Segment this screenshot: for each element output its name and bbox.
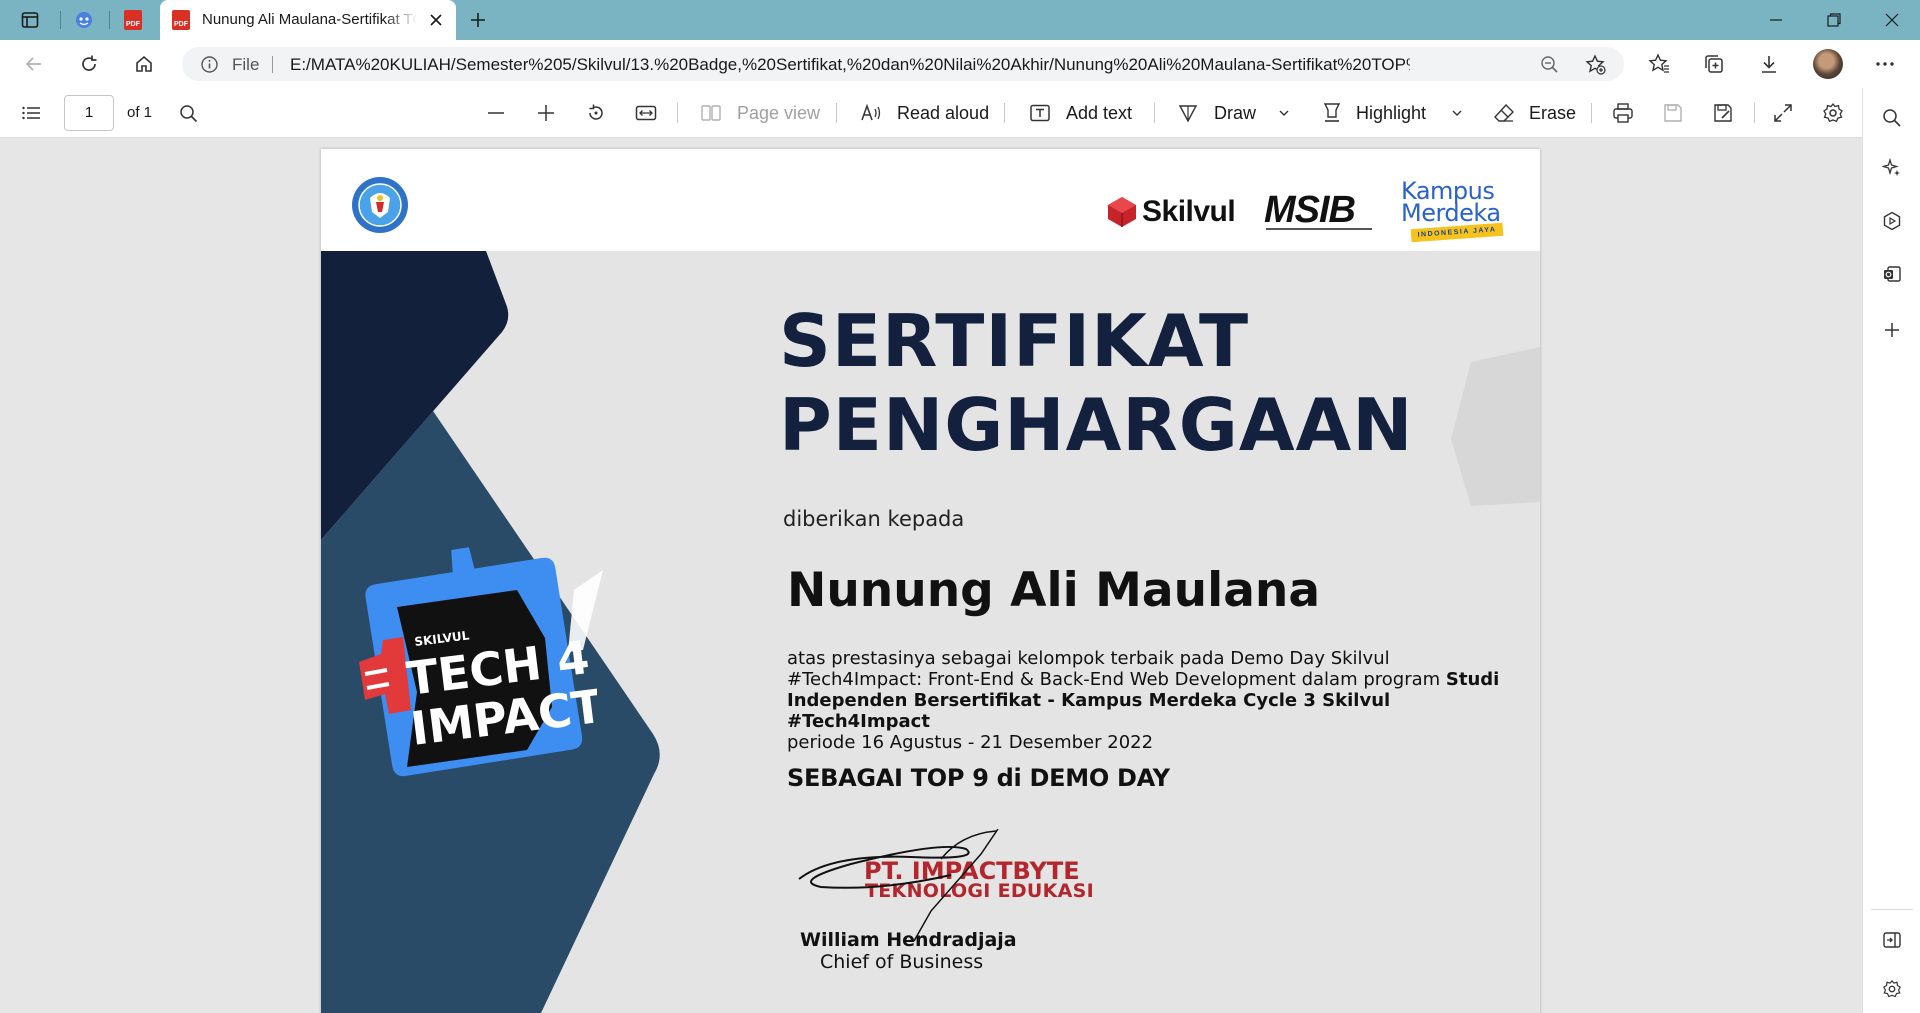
url-text[interactable]: E:/MATA%20KULIAH/Semester%205/Skilvul/13…: [290, 55, 1410, 75]
downloads-icon[interactable]: [1757, 52, 1781, 76]
pdf-file-icon: PDF: [172, 10, 190, 30]
hide-sidebar-icon[interactable]: [1880, 928, 1904, 952]
home-icon[interactable]: [132, 52, 156, 76]
toolbar-divider: [1591, 103, 1592, 123]
draw-pen-icon[interactable]: [1176, 101, 1200, 125]
certificate-description: atas prestasinya sebagai kelompok terbai…: [787, 648, 1527, 753]
toolbar-divider: [1004, 103, 1005, 123]
sidebar-settings-gear-icon[interactable]: [1880, 977, 1904, 1001]
kampus-merdeka-logo-line2: Merdeka: [1401, 199, 1501, 227]
tut-wuri-handayani-emblem-icon: [352, 177, 408, 233]
add-sidebar-app-plus-icon[interactable]: [1880, 318, 1904, 342]
contents-list-icon[interactable]: [19, 101, 43, 125]
tab-separator: [60, 11, 61, 29]
msib-logo: MSIB: [1264, 189, 1356, 231]
games-icon[interactable]: [1880, 209, 1904, 233]
refresh-icon[interactable]: [77, 52, 101, 76]
back-arrow-icon[interactable]: [22, 52, 46, 76]
skilvul-cube-icon: [1108, 197, 1136, 227]
favorites-icon[interactable]: [1647, 52, 1671, 76]
eraser-icon[interactable]: [1492, 101, 1516, 125]
tab-actions-icon[interactable]: [18, 8, 42, 32]
sparkle-icon[interactable]: [1880, 156, 1904, 180]
new-tab-plus-icon[interactable]: [466, 8, 490, 32]
skilvul-logo: Skilvul: [1107, 195, 1236, 229]
certificate-title-line2: PENGHARGAAN: [779, 383, 1414, 467]
zoom-out-icon[interactable]: [484, 101, 508, 125]
tab-title: Nunung Ali Maulana-Sertifikat TOP 9 Demo…: [202, 11, 417, 28]
toolbar-divider: [836, 103, 837, 123]
certificate-header: [321, 149, 1540, 251]
toolbar-divider: [677, 103, 678, 123]
toolbar-divider: [1754, 103, 1755, 123]
close-window-icon[interactable]: [1864, 0, 1920, 40]
browser-title-bar: PDF PDF Nunung Ali Maulana-Sertifikat TO…: [0, 0, 1920, 40]
certificate-title: SERTIFIKAT PENGHARGAAN: [779, 299, 1414, 467]
page-view-icon: [699, 101, 723, 125]
period-text: periode 16 Agustus - 21 Desember 2022: [787, 732, 1154, 753]
add-text-button[interactable]: Add text: [1066, 103, 1132, 124]
given-to-label: diberikan kepada: [783, 507, 965, 531]
zoom-icon[interactable]: [1540, 55, 1559, 79]
draw-chevron-down-icon[interactable]: [1272, 101, 1296, 125]
msib-logo-underline: [1266, 228, 1372, 230]
edge-sidebar: [1862, 88, 1920, 1013]
tab-close-icon[interactable]: [428, 12, 444, 28]
add-text-icon[interactable]: [1028, 101, 1052, 125]
page-number-input[interactable]: 1: [64, 95, 114, 131]
site-info-icon[interactable]: [200, 55, 219, 79]
description-text: atas prestasinya sebagai kelompok terbai…: [787, 648, 1446, 690]
tab-separator: [109, 11, 110, 29]
fullscreen-expand-icon[interactable]: [1771, 101, 1795, 125]
read-aloud-button[interactable]: Read aloud: [897, 103, 989, 124]
pdf-tab-icon[interactable]: PDF: [121, 8, 145, 32]
active-tab[interactable]: PDF Nunung Ali Maulana-Sertifikat TOP 9 …: [160, 0, 456, 40]
rotate-icon[interactable]: [584, 101, 608, 125]
draw-button[interactable]: Draw: [1214, 103, 1256, 124]
outlook-icon[interactable]: [1880, 262, 1904, 286]
minimize-icon[interactable]: [1748, 0, 1804, 40]
fit-width-icon[interactable]: [634, 101, 658, 125]
sidebar-divider: [1871, 909, 1913, 910]
address-bar[interactable]: File E:/MATA%20KULIAH/Semester%205/Skilv…: [182, 47, 1624, 81]
profile-avatar[interactable]: [1813, 49, 1843, 79]
tech4impact-badge-logo: SKILVUL TECH 4 IMPACT: [359, 547, 597, 777]
collections-icon[interactable]: [1702, 52, 1726, 76]
certificate-page: Skilvul MSIB Kampus Merdeka INDONESIA JA…: [321, 149, 1540, 1013]
zoom-in-icon[interactable]: [534, 101, 558, 125]
copilot-app-icon[interactable]: [72, 8, 96, 32]
restore-icon[interactable]: [1806, 0, 1862, 40]
toolbar-divider: [1154, 103, 1155, 123]
navigation-bar: File E:/MATA%20KULIAH/Semester%205/Skilv…: [0, 40, 1920, 88]
pdf-document-area[interactable]: Skilvul MSIB Kampus Merdeka INDONESIA JA…: [0, 138, 1862, 1013]
find-search-icon[interactable]: [176, 101, 200, 125]
add-favorite-star-icon[interactable]: [1585, 54, 1606, 80]
page-view-button: Page view: [737, 103, 821, 123]
signer-name: William Hendradjaja: [800, 929, 1017, 951]
pdf-toolbar: 1 of 1 Page view Read aloud Add text Dra…: [0, 88, 1862, 138]
highlight-marker-icon[interactable]: [1320, 101, 1344, 125]
settings-gear-icon[interactable]: [1821, 101, 1845, 125]
save-icon: [1661, 101, 1685, 125]
address-divider: [272, 56, 273, 73]
page-count-label: of 1: [127, 104, 153, 121]
more-options-icon[interactable]: [1873, 52, 1897, 76]
erase-button[interactable]: Erase: [1529, 103, 1576, 124]
file-scheme-label: File: [232, 55, 260, 74]
read-aloud-icon[interactable]: [859, 101, 883, 125]
skilvul-logo-text: Skilvul: [1142, 195, 1236, 228]
recipient-name: Nunung Ali Maulana: [787, 563, 1321, 618]
highlight-button[interactable]: Highlight: [1356, 103, 1426, 124]
signer-role: Chief of Business: [820, 951, 984, 973]
achievement-rank: SEBAGAI TOP 9 di DEMO DAY: [787, 764, 1170, 792]
print-icon[interactable]: [1611, 101, 1635, 125]
certificate-title-line1: SERTIFIKAT: [779, 299, 1250, 383]
highlight-chevron-down-icon[interactable]: [1445, 101, 1469, 125]
save-as-icon[interactable]: [1711, 101, 1735, 125]
sidebar-search-icon[interactable]: [1880, 106, 1904, 130]
